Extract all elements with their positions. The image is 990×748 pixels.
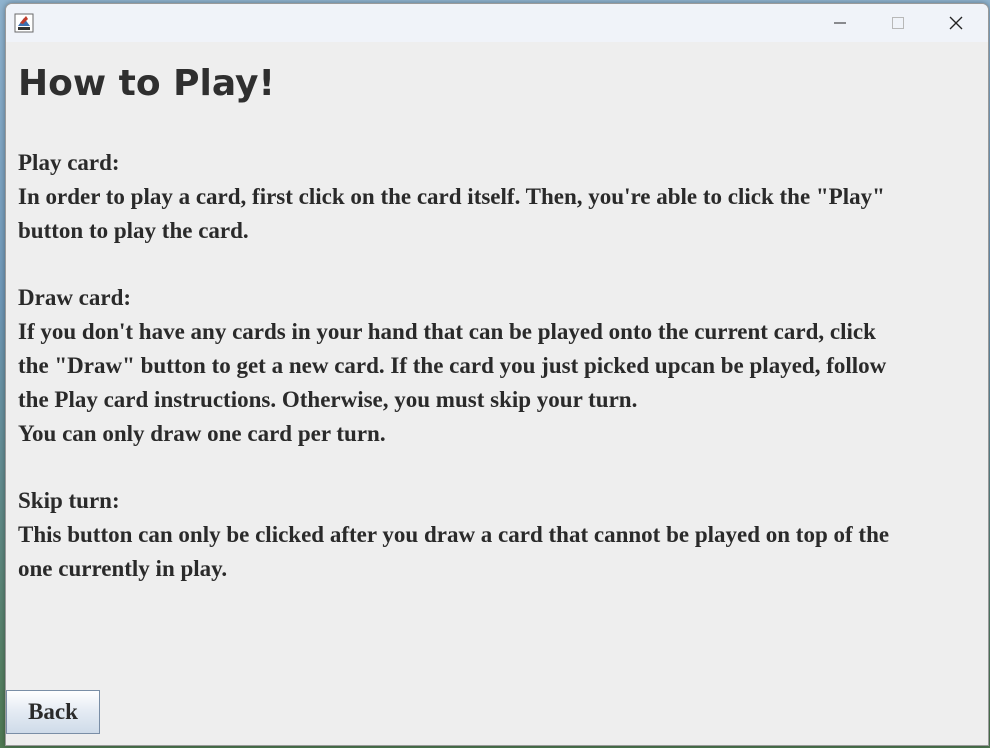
instruction-line: You can only draw one card per turn. xyxy=(18,421,386,446)
play-card-section: Play card: In order to play a card, firs… xyxy=(18,146,968,248)
instruction-line: the "Draw" button to get a new card. If … xyxy=(18,353,887,378)
maximize-button[interactable] xyxy=(870,4,926,42)
back-button[interactable]: Back xyxy=(6,690,100,734)
section-title: Skip turn: xyxy=(18,488,120,513)
close-icon xyxy=(949,16,963,30)
section-title: Play card: xyxy=(18,150,120,175)
instruction-line: the Play card instructions. Otherwise, y… xyxy=(18,387,638,412)
instructions-content: How to Play! Play card: In order to play… xyxy=(18,42,968,586)
instruction-line: In order to play a card, first click on … xyxy=(18,184,885,209)
minimize-button[interactable] xyxy=(812,4,868,42)
help-window: How to Play! Play card: In order to play… xyxy=(5,3,989,746)
draw-card-section: Draw card: If you don't have any cards i… xyxy=(18,281,968,451)
instruction-line: one currently in play. xyxy=(18,556,228,581)
title-bar[interactable] xyxy=(6,4,988,42)
skip-turn-section: Skip turn: This button can only be click… xyxy=(18,484,968,586)
java-app-icon xyxy=(14,13,34,33)
close-button[interactable] xyxy=(928,4,984,42)
instruction-line: This button can only be clicked after yo… xyxy=(18,522,890,547)
maximize-icon xyxy=(892,17,904,29)
instruction-line: If you don't have any cards in your hand… xyxy=(18,319,876,344)
instruction-line: button to play the card. xyxy=(18,218,249,243)
section-title: Draw card: xyxy=(18,285,132,310)
page-title: How to Play! xyxy=(18,63,275,104)
minimize-icon xyxy=(834,22,846,24)
